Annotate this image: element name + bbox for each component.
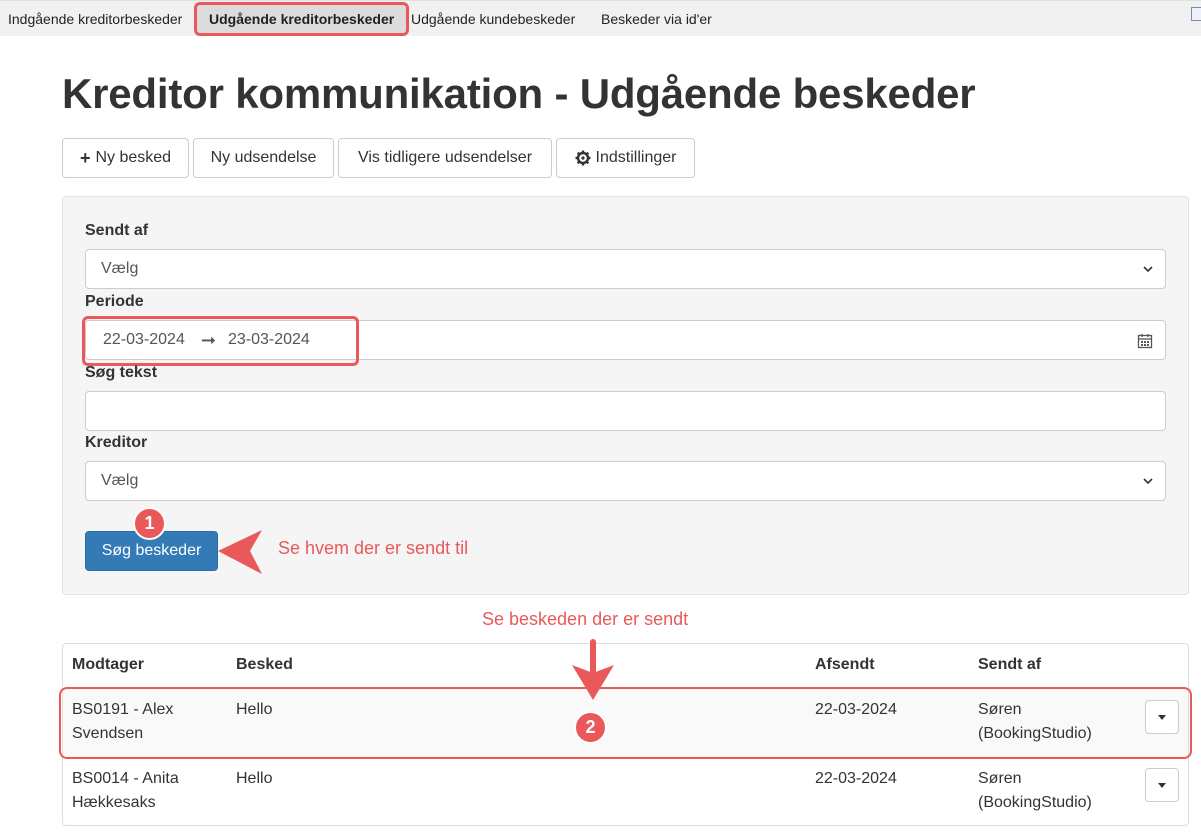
arrow-right-icon: ➞	[200, 329, 216, 350]
annotation-note-1: Se hvem der er sendt til	[278, 538, 469, 558]
row2-message: Hello	[236, 770, 273, 787]
creditor-select[interactable]: Vælg	[85, 461, 1166, 501]
annotation-badge-2: 2	[574, 711, 607, 744]
new-message-label: Ny besked	[95, 149, 172, 166]
period-to-date: 23-03-2024	[227, 331, 310, 348]
page-title: Kreditor kommunikation - Udgående besked…	[62, 70, 976, 117]
show-previous-dispatches-button[interactable]: Vis tidligere udsendelser	[338, 138, 552, 178]
caret-down-icon	[1158, 782, 1166, 788]
sent-by-select[interactable]: Vælg	[85, 249, 1166, 289]
period-label: Periode	[85, 293, 144, 310]
calendar-icon	[1137, 334, 1153, 349]
row1-sent-by-line1: Søren	[978, 701, 1022, 718]
table-row-divider	[63, 757, 1188, 758]
row2-recipient-line2: Hækkesaks	[72, 794, 156, 811]
caret-down-icon	[1158, 714, 1166, 720]
row2-recipient-line1: BS0014 - Anita	[72, 770, 179, 787]
sent-by-label: Sendt af	[85, 222, 149, 239]
search-text-input[interactable]	[85, 391, 1166, 431]
search-messages-label: Søg beskeder	[101, 542, 202, 559]
column-header-message: Besked	[236, 656, 293, 673]
search-text-label: Søg tekst	[85, 364, 158, 381]
row2-sent-by-line2: (BookingStudio)	[978, 794, 1092, 811]
page-icon	[1191, 7, 1201, 21]
show-previous-label: Vis tidligere udsendelser	[357, 149, 533, 166]
settings-button[interactable]: Indstillinger	[556, 138, 695, 178]
annotation-badge-1: 1	[133, 507, 166, 540]
row1-sent-by: Søren (BookingStudio)	[978, 698, 1092, 746]
creditor-value: Vælg	[101, 472, 139, 489]
column-header-sent-by: Sendt af	[978, 656, 1042, 673]
creditor-label: Kreditor	[85, 434, 148, 451]
annotation-note-2: Se beskeden der er sendt	[482, 609, 689, 629]
row2-sent-date: 22-03-2024	[815, 770, 897, 787]
sent-by-value: Vælg	[101, 260, 139, 277]
tab-outgoing-customer-messages[interactable]: Udgående kundebeskeder	[411, 5, 575, 33]
period-from-date: 22-03-2024	[103, 331, 185, 348]
row1-recipient-line1: BS0191 - Alex	[72, 701, 174, 718]
row2-actions-dropdown[interactable]	[1145, 768, 1179, 802]
row1-recipient-line2: Svendsen	[72, 725, 144, 742]
row1-recipient: BS0191 - Alex Svendsen	[72, 698, 173, 746]
column-header-recipient: Modtager	[72, 656, 144, 673]
gear-icon	[575, 148, 591, 169]
row1-sent-by-line2: (BookingStudio)	[978, 725, 1092, 742]
new-dispatch-label: Ny udsendelse	[210, 149, 317, 166]
row1-message: Hello	[236, 701, 273, 718]
settings-label: Indstillinger	[595, 149, 677, 166]
column-header-sent: Afsendt	[815, 656, 875, 673]
chevron-down-icon	[1143, 478, 1153, 485]
new-message-button[interactable]: + Ny besked	[62, 138, 189, 178]
row2-sent-by: Søren (BookingStudio)	[978, 767, 1092, 815]
row1-sent-date: 22-03-2024	[815, 701, 897, 718]
chevron-down-icon	[1143, 266, 1153, 273]
row2-recipient: BS0014 - Anita Hækkesaks	[72, 767, 179, 815]
row1-actions-dropdown[interactable]	[1145, 700, 1179, 734]
tab-outgoing-creditor-messages[interactable]: Udgående kreditorbeskeder	[193, 2, 410, 36]
tab-messages-via-ids[interactable]: Beskeder via id'er	[601, 5, 712, 33]
row2-sent-by-line1: Søren	[978, 770, 1022, 787]
plus-icon: +	[79, 147, 91, 168]
new-dispatch-button[interactable]: Ny udsendelse	[193, 138, 334, 178]
period-date-range-input[interactable]: 22-03-2024 ➞ 23-03-2024	[85, 320, 1166, 360]
top-tab-bar: Indgående kreditorbeskeder Udgående kred…	[0, 0, 1201, 36]
tab-incoming-creditor-messages[interactable]: Indgående kreditorbeskeder	[8, 5, 182, 33]
